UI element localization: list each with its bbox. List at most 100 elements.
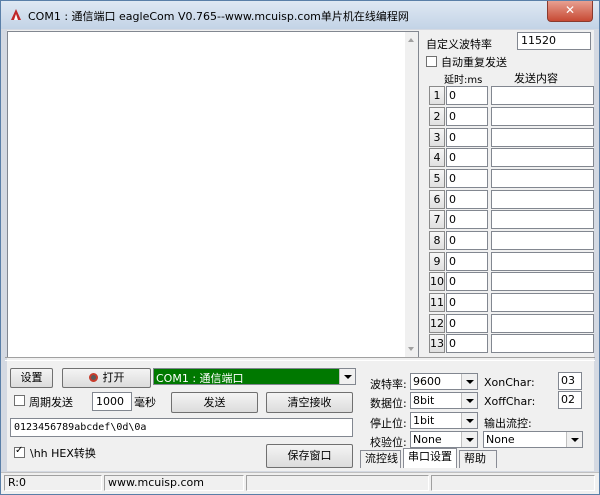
row-content-input[interactable]: [491, 231, 594, 250]
data-bits-label: 数据位:: [370, 397, 407, 410]
row-content-input[interactable]: [491, 190, 594, 209]
row-content-input[interactable]: [491, 252, 594, 271]
row-delay-input[interactable]: 0: [446, 86, 488, 105]
row-content-input[interactable]: [491, 128, 594, 147]
port-select-value: COM1 : 通信端口: [156, 372, 244, 385]
close-icon: ✕: [564, 3, 576, 17]
status-bar: R:0 www.mcuisp.com: [1, 472, 599, 494]
row-delay-input[interactable]: 0: [446, 190, 488, 209]
row-content-input[interactable]: [491, 293, 594, 312]
data-bits-select[interactable]: 8bit: [410, 392, 478, 409]
send-row-button[interactable]: 12: [429, 314, 445, 333]
send-row-button[interactable]: 11: [429, 293, 445, 312]
stop-bits-select[interactable]: 1bit: [410, 412, 478, 429]
row-content-input[interactable]: [491, 169, 594, 188]
flow-control-value: None: [486, 433, 515, 446]
xoff-char-label: XoffChar:: [484, 395, 536, 408]
content-column-header: 发送内容: [514, 72, 558, 85]
row-delay-input[interactable]: 0: [446, 314, 488, 333]
send-row-button[interactable]: 4: [429, 148, 445, 167]
send-text-input[interactable]: 0123456789abcdef\0d\0a: [10, 418, 353, 437]
row-content-input[interactable]: [491, 314, 594, 333]
tab-flow-lines[interactable]: 流控线: [360, 450, 401, 468]
period-input[interactable]: 1000: [92, 392, 132, 411]
send-row-button[interactable]: 7: [429, 210, 445, 229]
row-delay-input[interactable]: 0: [446, 231, 488, 250]
send-button[interactable]: 发送: [171, 392, 258, 413]
row-content-input[interactable]: [491, 107, 594, 126]
parity-select[interactable]: None: [410, 431, 478, 448]
record-icon: [88, 373, 98, 382]
title-bar[interactable]: COM1 : 通信端口 eagleCom V0.765--www.mcuisp.…: [1, 1, 599, 29]
row-delay-input[interactable]: 0: [446, 107, 488, 126]
send-row-button[interactable]: 9: [429, 252, 445, 271]
parity-label: 校验位:: [370, 436, 407, 449]
send-row-button[interactable]: 13: [429, 334, 445, 353]
clear-receive-button[interactable]: 清空接收: [266, 392, 353, 413]
baud-rate-value: 9600: [413, 375, 441, 388]
app-logo-icon: [11, 9, 21, 20]
send-list-panel: 自定义波特率 11520 自动重复发送 延时:ms 发送内容 1 0 2 0 3…: [422, 30, 594, 360]
open-port-button[interactable]: 打开: [62, 368, 151, 388]
send-row-button[interactable]: 8: [429, 231, 445, 250]
row-delay-input[interactable]: 0: [446, 293, 488, 312]
port-select[interactable]: COM1 : 通信端口: [153, 368, 356, 385]
baud-rate-label: 波特率:: [370, 378, 407, 391]
periodic-send-label: 周期发送: [29, 396, 73, 409]
settings-button[interactable]: 设置: [10, 368, 53, 388]
status-site: www.mcuisp.com: [104, 475, 244, 491]
row-delay-input[interactable]: 0: [446, 169, 488, 188]
scroll-down-icon[interactable]: [408, 347, 414, 351]
tab-serial-settings[interactable]: 串口设置: [403, 448, 457, 468]
send-row-button[interactable]: 3: [429, 128, 445, 147]
chevron-down-icon[interactable]: [461, 413, 477, 428]
hex-convert-label: \hh HEX转换: [30, 447, 96, 460]
send-row-button[interactable]: 10: [429, 272, 445, 291]
receive-text-area[interactable]: [7, 31, 419, 358]
xon-char-label: XonChar:: [484, 376, 535, 389]
row-delay-input[interactable]: 0: [446, 128, 488, 147]
send-row-button[interactable]: 2: [429, 107, 445, 126]
periodic-send-checkbox[interactable]: [14, 395, 25, 406]
stop-bits-value: 1bit: [413, 414, 435, 427]
send-row-button[interactable]: 6: [429, 190, 445, 209]
row-content-input[interactable]: [491, 210, 594, 229]
flow-control-select[interactable]: None: [483, 431, 583, 448]
xoff-char-input[interactable]: 02: [558, 391, 582, 409]
chevron-down-icon[interactable]: [461, 374, 477, 389]
row-delay-input[interactable]: 0: [446, 148, 488, 167]
row-delay-input[interactable]: 0: [446, 334, 488, 353]
row-content-input[interactable]: [491, 334, 594, 353]
close-button[interactable]: ✕: [547, 1, 593, 22]
chevron-down-icon[interactable]: [461, 432, 477, 447]
custom-baud-input[interactable]: 11520: [517, 32, 591, 50]
panel-divider: [5, 357, 595, 361]
send-row-button[interactable]: 1: [429, 86, 445, 105]
send-row-button[interactable]: 5: [429, 169, 445, 188]
receive-scrollbar[interactable]: [405, 32, 418, 357]
tab-help[interactable]: 帮助: [459, 450, 497, 468]
chevron-down-icon[interactable]: [566, 432, 582, 447]
row-delay-input[interactable]: 0: [446, 210, 488, 229]
custom-baud-label: 自定义波特率: [426, 38, 492, 51]
save-window-button[interactable]: 保存窗口: [266, 444, 353, 468]
row-delay-input[interactable]: 0: [446, 272, 488, 291]
hex-convert-checkbox[interactable]: [14, 445, 25, 458]
row-content-input[interactable]: [491, 86, 594, 105]
stop-bits-label: 停止位:: [370, 417, 407, 430]
open-port-label: 打开: [102, 371, 125, 384]
status-cell: [431, 475, 595, 491]
row-content-input[interactable]: [491, 272, 594, 291]
chevron-down-icon[interactable]: [461, 393, 477, 408]
auto-repeat-checkbox[interactable]: [426, 56, 437, 67]
chevron-down-icon[interactable]: [339, 369, 355, 384]
baud-rate-select[interactable]: 9600: [410, 373, 478, 390]
xon-char-input[interactable]: 03: [558, 372, 582, 390]
client-area: 自定义波特率 11520 自动重复发送 延时:ms 发送内容 1 0 2 0 3…: [5, 30, 595, 471]
row-content-input[interactable]: [491, 148, 594, 167]
rx-count: R:0: [4, 475, 102, 491]
scroll-up-icon[interactable]: [408, 38, 414, 42]
row-delay-input[interactable]: 0: [446, 252, 488, 271]
flow-control-label: 输出流控:: [484, 417, 532, 430]
app-window: COM1 : 通信端口 eagleCom V0.765--www.mcuisp.…: [0, 0, 600, 495]
